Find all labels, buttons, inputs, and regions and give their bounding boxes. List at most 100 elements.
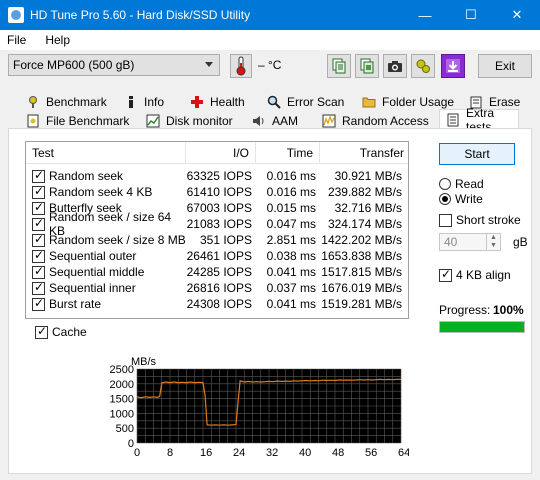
read-radio[interactable]: Read <box>439 177 484 191</box>
short-stroke-checkbox[interactable]: Short stroke <box>439 213 521 227</box>
test-name: Random seek 4 KB <box>49 185 153 199</box>
test-cell: Sequential middle <box>26 264 186 279</box>
table-header: Test I/O Time Transfer <box>26 142 408 164</box>
tab-benchmark-label: Benchmark <box>46 94 107 109</box>
io-cell: 24285 IOPS <box>186 265 252 279</box>
menu-file[interactable]: File <box>7 33 26 47</box>
align-checkbox[interactable]: 4 KB align <box>439 267 511 282</box>
tab-error-scan[interactable]: Error Scan <box>267 92 344 111</box>
test-checkbox[interactable] <box>32 248 45 263</box>
exit-label: Exit <box>494 59 515 73</box>
table-row[interactable]: Burst rate 24308 IOPS 0.041 ms 1519.281 MB/… <box>26 296 408 312</box>
write-radio[interactable]: Write <box>439 192 483 206</box>
time-cell: 0.041 ms <box>266 297 316 311</box>
table-row[interactable]: Random seek 63325 IOPS 0.016 ms 30.921 MB/s <box>26 168 408 184</box>
y-tick-label: 1000 <box>110 408 134 420</box>
test-cell: Sequential outer <box>26 248 186 263</box>
drive-select[interactable]: Force MP600 (500 gB) <box>8 54 220 76</box>
time-cell: 0.037 ms <box>266 281 316 295</box>
transfer-chart: 0 500 1000 1500 2000 2500 MB/s 0 8 16 24 32 40 48 56 64… <box>99 355 427 470</box>
x-tick-label: 16 <box>200 447 212 459</box>
transfer-cell: 1519.281 MB/s <box>321 297 402 311</box>
tab-health[interactable]: Health <box>190 92 245 111</box>
maximize-icon: ☐ <box>465 7 477 22</box>
thermometer-button[interactable] <box>230 54 252 78</box>
screenshot-button[interactable] <box>383 54 407 78</box>
chevron-down-icon <box>205 62 213 67</box>
extra-tests-icon <box>446 113 460 127</box>
column-header-test[interactable]: Test <box>26 142 186 163</box>
tab-benchmark[interactable]: Benchmark <box>26 92 107 111</box>
cache-checkbox[interactable]: Cache <box>35 324 87 339</box>
io-cell: 63325 IOPS <box>186 169 252 183</box>
test-cell: Sequential inner <box>26 280 186 295</box>
write-radio-label: Write <box>455 192 483 206</box>
copy-info-button[interactable] <box>355 54 379 78</box>
column-header-io[interactable]: I/O <box>186 142 256 163</box>
menu-bar: File Help <box>0 30 540 50</box>
time-cell: 0.015 ms <box>266 201 316 215</box>
test-checkbox[interactable] <box>32 184 45 199</box>
minimize-button[interactable]: — <box>402 0 448 30</box>
cache-check <box>35 324 48 339</box>
table-row[interactable]: Sequential middle 24285 IOPS 0.041 ms 1517.… <box>26 264 408 280</box>
close-icon: ✕ <box>511 7 523 22</box>
table-row[interactable]: Random seek / size 8 MB 351 IOPS 2.851 ms 1… <box>26 232 408 248</box>
transfer-cell: 324.174 MB/s <box>327 217 402 231</box>
transfer-cell: 1676.019 MB/s <box>321 281 402 295</box>
cache-label: Cache <box>52 325 87 339</box>
table-row[interactable]: Sequential outer 26461 IOPS 0.038 ms 1653.8… <box>26 248 408 264</box>
random-access-icon <box>322 114 336 128</box>
tab-folder-usage-label: Folder Usage <box>382 94 455 109</box>
close-button[interactable]: ✕ <box>494 0 540 30</box>
tab-aam-label: AAM <box>272 113 299 128</box>
x-tick-label: 56 <box>365 447 377 459</box>
io-cell: 67003 IOPS <box>186 201 252 215</box>
test-checkbox[interactable] <box>32 264 45 279</box>
table-row[interactable]: Sequential inner 26816 IOPS 0.037 ms 1676.0… <box>26 280 408 296</box>
exit-button[interactable]: Exit <box>478 54 532 78</box>
x-tick-label: 64MB <box>398 447 409 459</box>
test-name: Burst rate <box>49 297 102 311</box>
options-button[interactable] <box>411 54 435 78</box>
tab-info[interactable]: Info <box>124 92 164 111</box>
extra-tests-panel: Test I/O Time Transfer Random seek 63325 … <box>8 128 532 474</box>
read-radio-label: Read <box>455 177 484 191</box>
transfer-cell: 1422.202 MB/s <box>321 233 402 247</box>
window-title: HD Tune Pro 5.60 - Hard Disk/SSD Utility <box>30 8 251 22</box>
test-checkbox[interactable] <box>32 280 45 295</box>
short-stroke-spinner[interactable]: 40 ▲ ▼ <box>439 233 501 251</box>
file-benchmark-icon <box>26 114 40 128</box>
short-stroke-check <box>439 213 452 227</box>
test-checkbox[interactable] <box>32 296 45 311</box>
spinner-arrows-icon[interactable]: ▲ ▼ <box>486 234 500 250</box>
test-checkbox[interactable] <box>32 216 45 231</box>
column-header-time[interactable]: Time <box>256 142 320 163</box>
read-radio-dot <box>439 178 451 190</box>
io-cell: 26816 IOPS <box>186 281 252 295</box>
start-button[interactable]: Start <box>439 143 515 165</box>
maximize-button[interactable]: ☐ <box>448 0 494 30</box>
write-radio-dot <box>439 193 451 205</box>
column-header-transfer[interactable]: Transfer <box>320 142 408 163</box>
transfer-cell: 30.921 MB/s <box>334 169 402 183</box>
tab-extra-tests[interactable]: Extra tests <box>439 106 519 134</box>
tab-file-benchmark-label: File Benchmark <box>46 113 130 128</box>
time-cell: 0.016 ms <box>266 185 316 199</box>
test-checkbox[interactable] <box>32 168 45 183</box>
table-row[interactable]: Random seek / size 64 KB21083 IOPS0.047 … <box>26 210 408 238</box>
align-check <box>439 267 452 282</box>
io-cell: 21083 IOPS <box>186 217 252 231</box>
time-cell: 0.047 ms <box>266 217 316 231</box>
copy-text-button[interactable] <box>327 54 351 78</box>
save-button[interactable] <box>441 54 465 78</box>
table-row[interactable]: Random seek 4 KB 61410 IOPS 0.016 ms 239.88… <box>26 184 408 200</box>
tab-health-label: Health <box>210 94 245 109</box>
io-cell: 24308 IOPS <box>186 297 252 311</box>
info-icon <box>124 95 138 109</box>
menu-help[interactable]: Help <box>45 33 70 47</box>
test-name: Random seek / size 8 MB <box>49 233 186 247</box>
x-tick-label: 32 <box>266 447 278 459</box>
test-checkbox[interactable] <box>32 232 45 247</box>
tab-error-scan-label: Error Scan <box>287 94 345 109</box>
